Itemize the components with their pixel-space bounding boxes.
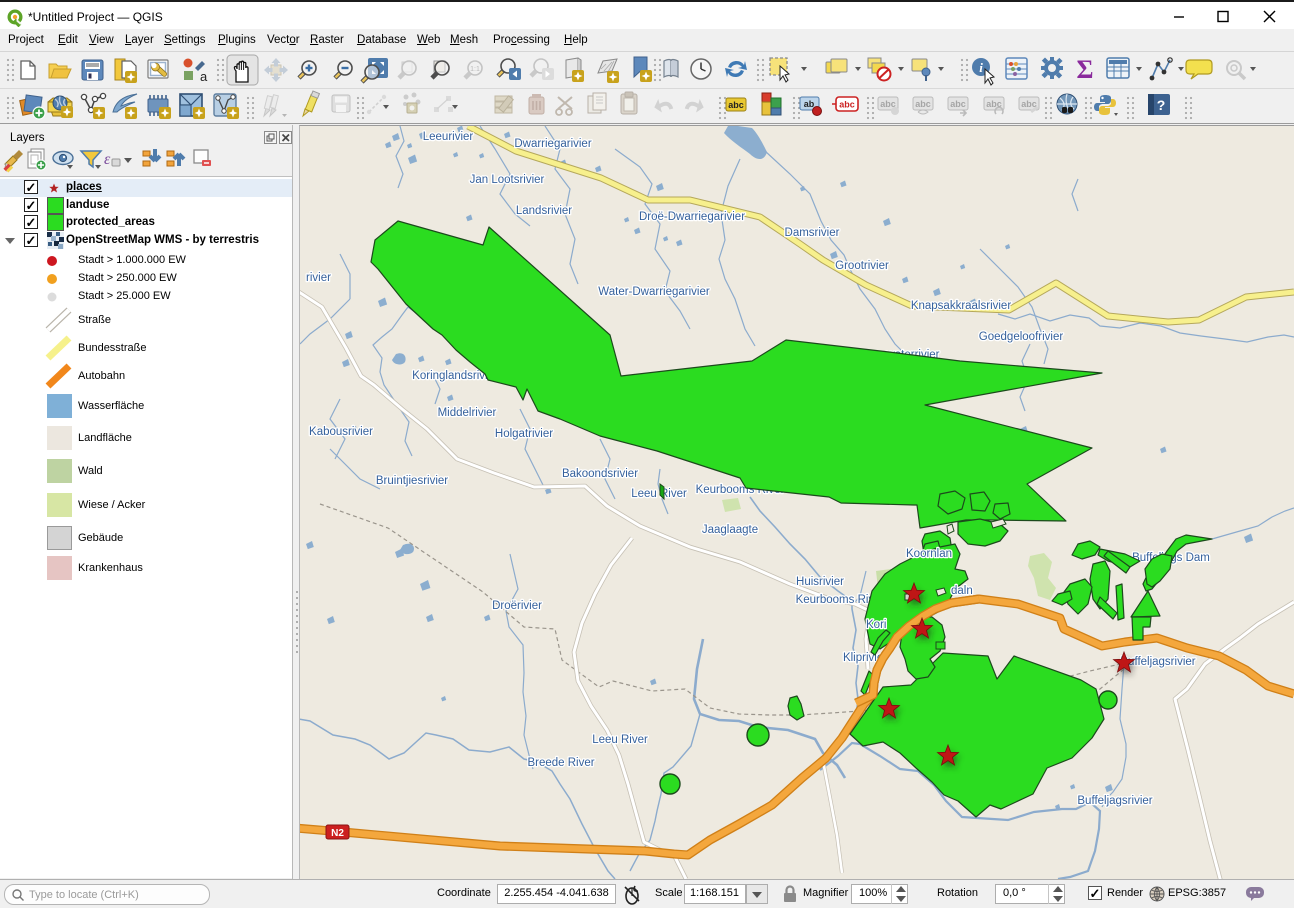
svg-text:Water-Dwarriegarivier: Water-Dwarriegarivier xyxy=(598,286,710,298)
svg-text:Kori: Kori xyxy=(866,619,886,631)
svg-text:?: ? xyxy=(1157,97,1166,113)
svg-text:ab: ab xyxy=(804,99,815,109)
svg-text:Bruintjiesrivier: Bruintjiesrivier xyxy=(376,475,448,487)
svg-text:Kabousrivier: Kabousrivier xyxy=(309,426,373,438)
svg-text:Koornlan: Koornlan xyxy=(906,548,952,560)
svg-text:Holgatrivier: Holgatrivier xyxy=(495,428,553,440)
svg-text:Jan Lootsrivier: Jan Lootsrivier xyxy=(470,174,545,186)
svg-text:Jaaglaagte: Jaaglaagte xyxy=(702,524,758,536)
svg-text:i: i xyxy=(979,60,983,75)
svg-text:Breede River: Breede River xyxy=(527,757,594,769)
svg-text:Buffeljagsrivier: Buffeljagsrivier xyxy=(1077,795,1152,807)
svg-text:Knapsakkraalsrivier: Knapsakkraalsrivier xyxy=(911,300,1012,312)
svg-text:rivier: rivier xyxy=(306,272,331,284)
svg-text:ε: ε xyxy=(104,151,111,168)
svg-text:Leeu River: Leeu River xyxy=(592,734,648,746)
svg-text:Leeurivier: Leeurivier xyxy=(423,131,474,143)
svg-text:1:1: 1:1 xyxy=(470,66,480,73)
svg-text:Huisrivier: Huisrivier xyxy=(796,576,844,588)
svg-text:Middelrivier: Middelrivier xyxy=(438,407,497,419)
svg-text:Leeu River: Leeu River xyxy=(631,488,687,500)
svg-text:a: a xyxy=(200,69,208,84)
svg-text:Damsrivier: Damsrivier xyxy=(785,227,840,239)
svg-text:daln: daln xyxy=(951,585,973,597)
svg-text:Bakoondsrivier: Bakoondsrivier xyxy=(562,468,638,480)
svg-text:Grootrivier: Grootrivier xyxy=(835,260,889,272)
svg-text:Σ: Σ xyxy=(1077,55,1094,84)
svg-text:Goedgeloofrivier: Goedgeloofrivier xyxy=(979,331,1064,343)
svg-text:N2: N2 xyxy=(331,828,344,839)
svg-text:Landsrivier: Landsrivier xyxy=(516,205,572,217)
svg-text:Droërivier: Droërivier xyxy=(492,600,542,612)
svg-text:abc: abc xyxy=(839,100,855,110)
svg-text:Dwarriegarivier: Dwarriegarivier xyxy=(514,138,591,150)
svg-text:Droë-Dwarriegarivier: Droë-Dwarriegarivier xyxy=(639,211,745,223)
